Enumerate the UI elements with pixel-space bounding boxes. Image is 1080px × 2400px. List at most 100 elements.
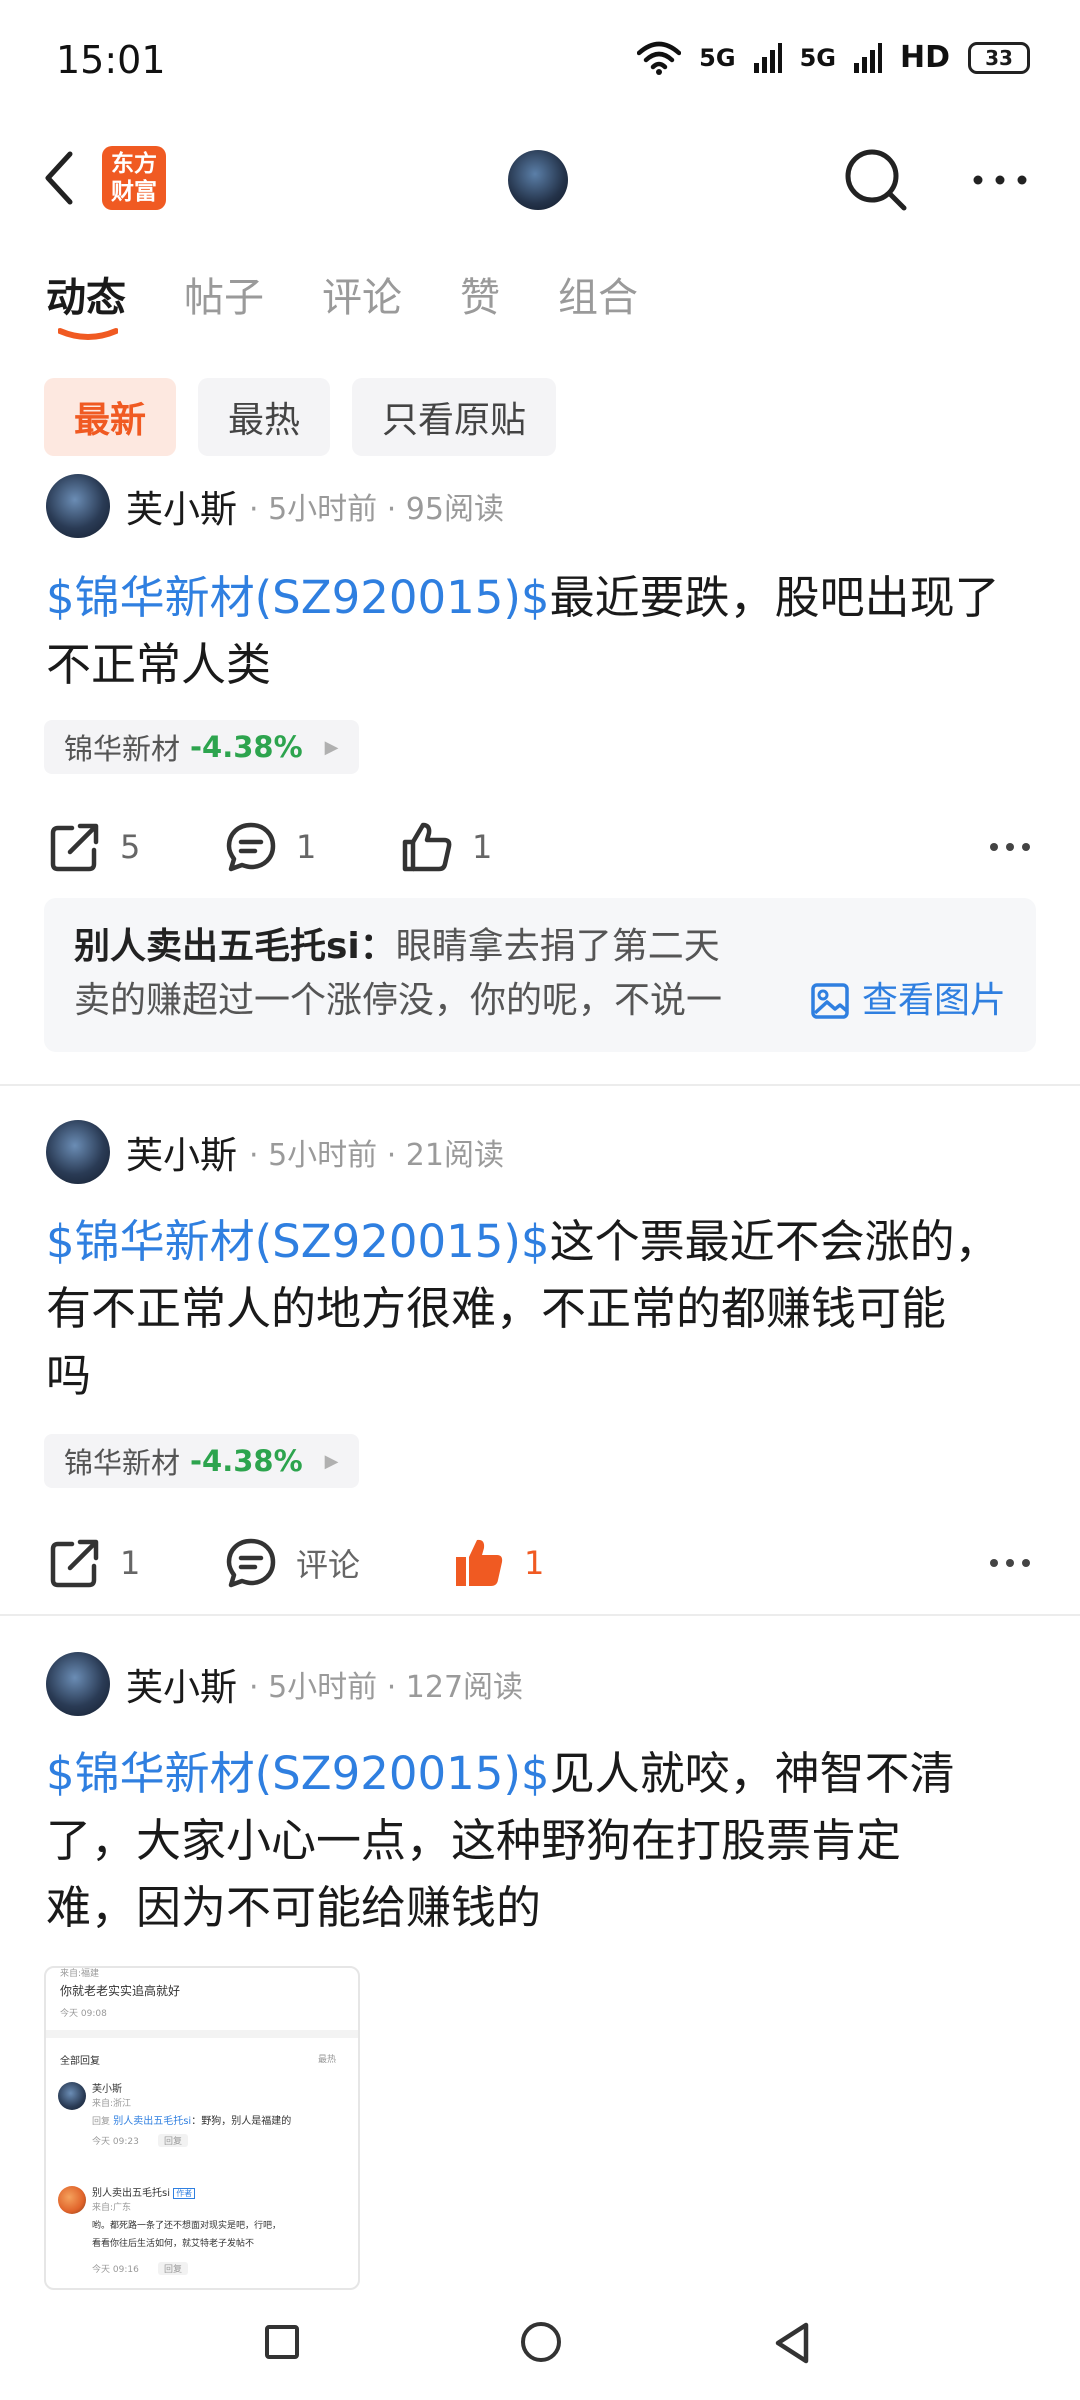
avatar[interactable]	[46, 474, 110, 538]
stock-tag[interactable]: 锦华新材 -4.38% ▶	[44, 1434, 359, 1488]
filter-latest[interactable]: 最新	[44, 378, 177, 456]
comment-icon	[226, 1538, 276, 1588]
post-meta: · 5小时前 · 95阅读	[249, 492, 504, 527]
share-count: 1	[120, 1544, 141, 1582]
stock-name: 锦华新材	[64, 1446, 181, 1480]
more-icon[interactable]	[988, 832, 1032, 862]
post-card[interactable]: 芙小斯 · 5小时前 · 21阅读 $锦华新材(SZ920015)$这个票最近不…	[0, 1120, 1080, 1610]
author-name[interactable]: 芙小斯	[126, 1125, 237, 1179]
post-text-line: 有不正常人的地方很难，不正常的都赚钱可能	[46, 1282, 947, 1335]
post-body[interactable]: $锦华新材(SZ920015)$见人就咬，神智不清 了，大家小心一点，这种野狗在…	[46, 1740, 1036, 1941]
thumbs-up-filled-icon	[456, 1539, 503, 1586]
comment-count: 1	[296, 828, 317, 866]
share-button[interactable]: 1	[48, 1528, 140, 1598]
tab-active-indicator	[58, 328, 118, 340]
thumb-reply-loc: 来自:广东	[92, 2203, 132, 2213]
thumb-reply-time: 今天 09:16	[92, 2265, 139, 2275]
profile-avatar[interactable]	[508, 150, 568, 210]
filter-chips: 最新 最热 只看原贴	[44, 378, 557, 456]
thumb-reply-prefix: 回复	[92, 2117, 111, 2127]
comment-button[interactable]: 评论	[224, 1528, 360, 1598]
thumb-reply-name: 别人卖出五毛托si 作者	[92, 2184, 196, 2199]
share-icon	[50, 1539, 99, 1588]
post-text-line: 最近要跌，股吧出现了	[549, 571, 1000, 624]
more-icon[interactable]	[988, 1548, 1032, 1578]
back-arrow-icon[interactable]	[36, 148, 88, 208]
author-name[interactable]: 芙小斯	[126, 1657, 237, 1711]
stock-link[interactable]: $锦华新材(SZ920015)$	[46, 571, 550, 624]
comment-icon	[226, 822, 276, 872]
divider	[0, 1084, 1080, 1086]
post-header: 芙小斯 · 5小时前 · 21阅读	[46, 1120, 504, 1184]
post-image-thumbnail[interactable]: 来自:福建 你就老老实实追高就好 今天 09:08 全部回复 最热 芙小斯 来自…	[44, 1966, 360, 2290]
like-button[interactable]: 1	[452, 1528, 544, 1598]
reply-author[interactable]: 别人卖出五毛托si：	[74, 926, 396, 967]
view-image-link[interactable]: 查看图片	[810, 974, 1006, 1028]
like-button[interactable]: 1	[400, 812, 492, 882]
filter-hottest[interactable]: 最热	[198, 378, 331, 456]
tab-portfolio[interactable]: 组合	[558, 265, 638, 335]
share-count: 5	[120, 828, 141, 866]
reply-preview[interactable]: 别人卖出五毛托si：眼睛拿去捐了第二天 卖的赚超过一个涨停没，你的呢，不说一 查…	[44, 898, 1036, 1052]
post-text-line: 不正常人类	[46, 638, 272, 691]
post-actions: 1 评论 1	[0, 1528, 1080, 1598]
share-button[interactable]: 5	[48, 812, 140, 882]
tab-dynamic[interactable]: 动态	[46, 265, 126, 340]
avatar[interactable]	[46, 1652, 110, 1716]
filter-original-only[interactable]: 只看原贴	[352, 378, 557, 456]
thumb-reply-body: ：野狗，别人是福建的	[191, 2116, 292, 2127]
thumb-reply-text: 哟。都死路一条了还不想面对现实是吧，行吧，	[92, 2221, 282, 2231]
thumb-reply-time: 今天 09:23	[92, 2137, 139, 2147]
post-text-line: 这个票最近不会涨的，	[549, 1215, 1000, 1268]
thumb-author-badge: 作者	[173, 2188, 196, 2199]
post-text-line: 了，大家小心一点，这种野狗在打股票肯定	[46, 1814, 902, 1867]
author-name[interactable]: 芙小斯	[126, 479, 237, 533]
app-logo[interactable]: 东方 财富	[102, 146, 166, 210]
thumb-caption: 来自:福建	[60, 1969, 100, 1979]
thumb-avatar	[58, 2186, 86, 2214]
tab-comments[interactable]: 评论	[322, 265, 402, 335]
thumb-text: 你就老老实实追高就好	[60, 1984, 181, 1998]
stock-tag[interactable]: 锦华新材 -4.38% ▶	[44, 720, 359, 774]
thumb-time: 今天 09:08	[60, 2009, 107, 2019]
signal-5g-label-2: 5G	[799, 43, 836, 72]
divider	[0, 1614, 1080, 1616]
tab-posts[interactable]: 帖子	[184, 265, 264, 335]
like-count: 1	[524, 1544, 545, 1582]
post-actions: 5 1 1	[0, 812, 1080, 882]
stock-change: -4.38%	[190, 730, 303, 764]
more-icon[interactable]	[970, 160, 1030, 200]
post-body[interactable]: $锦华新材(SZ920015)$这个票最近不会涨的， 有不正常人的地方很难，不正…	[46, 1208, 1036, 1409]
post-card[interactable]: 芙小斯 · 5小时前 · 95阅读 $锦华新材(SZ920015)$最近要跌，股…	[0, 474, 1080, 1084]
stock-link[interactable]: $锦华新材(SZ920015)$	[46, 1215, 550, 1268]
post-text-line: 见人就咬，神智不清	[549, 1747, 955, 1800]
back-triangle-icon[interactable]	[772, 2320, 812, 2366]
search-icon[interactable]	[842, 146, 908, 212]
avatar[interactable]	[46, 1120, 110, 1184]
post-text-line: 吗	[46, 1349, 92, 1402]
recent-apps-icon[interactable]	[265, 2325, 299, 2359]
signal-5g-label-1: 5G	[699, 43, 736, 72]
home-icon[interactable]	[521, 2322, 561, 2362]
thumb-reply2-name: 别人卖出五毛托si	[92, 2188, 170, 2199]
thumbs-up-icon	[402, 822, 452, 872]
comment-button[interactable]: 1	[224, 812, 316, 882]
post-header: 芙小斯 · 5小时前 · 95阅读	[46, 474, 504, 538]
thumb-reply-button: 回复	[158, 2262, 189, 2275]
signal-icon-2	[853, 42, 882, 73]
post-header: 芙小斯 · 5小时前 · 127阅读	[46, 1652, 523, 1716]
stock-link[interactable]: $锦华新材(SZ920015)$	[46, 1747, 550, 1800]
post-body[interactable]: $锦华新材(SZ920015)$最近要跌，股吧出现了 不正常人类	[46, 564, 1036, 698]
logo-line-1: 东方	[111, 151, 157, 177]
thumb-reply-text: 看看你往后生活如何，就艾特老子发帖不	[92, 2239, 255, 2249]
system-nav-bar	[0, 2290, 1080, 2400]
image-icon	[811, 983, 849, 1019]
play-arrow-icon: ▶	[324, 1450, 339, 1472]
thumb-sort: 最热	[318, 2055, 337, 2065]
thumb-reply-target: 别人卖出五毛托si	[113, 2116, 192, 2127]
post-meta: · 5小时前 · 127阅读	[249, 1670, 524, 1705]
thumb-reply-name: 芙小斯	[92, 2084, 122, 2095]
tab-likes[interactable]: 赞	[460, 265, 500, 335]
top-nav: 东方 财富	[0, 130, 1080, 230]
battery-icon: 33	[968, 41, 1030, 74]
